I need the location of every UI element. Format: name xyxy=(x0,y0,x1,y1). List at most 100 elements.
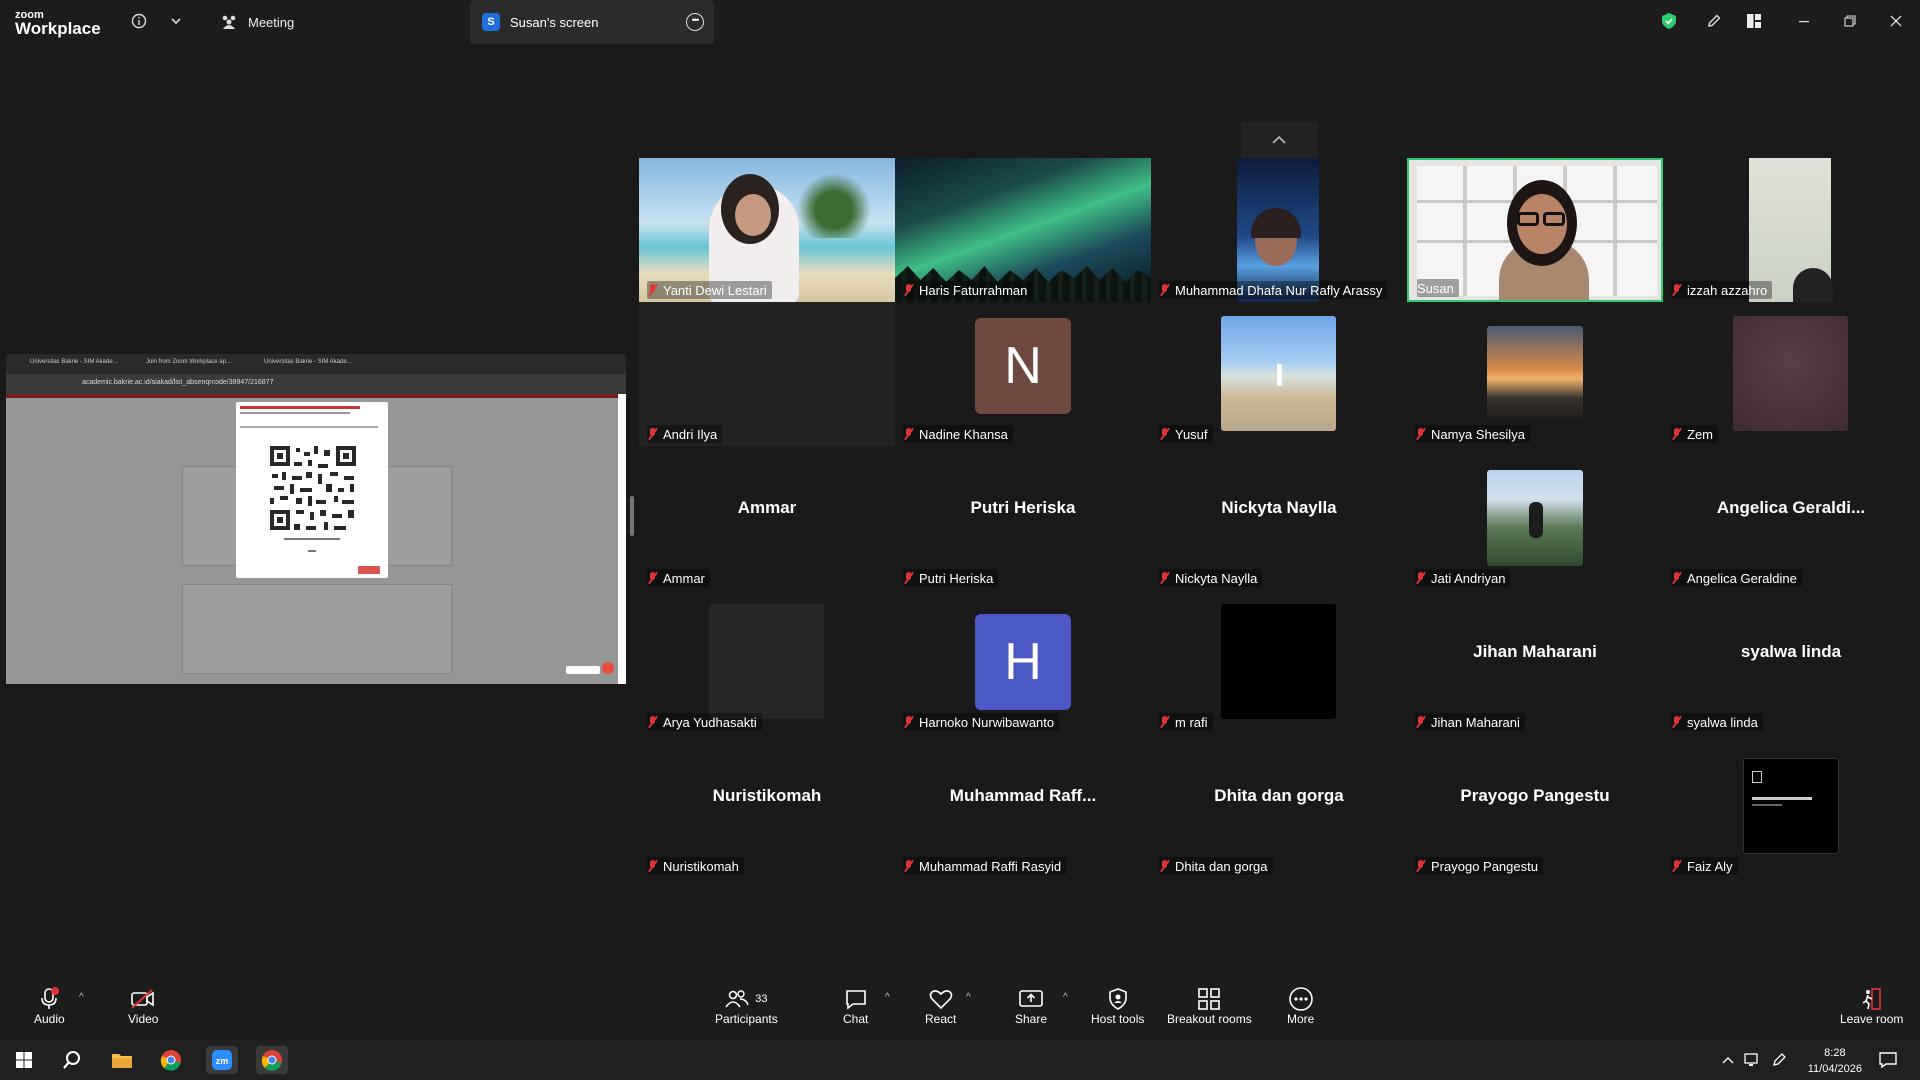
participant-name: Nuristikomah xyxy=(647,857,744,875)
mic-muted-icon xyxy=(903,715,915,729)
share-options-caret[interactable]: ^ xyxy=(1063,992,1068,1003)
audio-label: Audio xyxy=(34,1012,65,1026)
participant-display-name: Dhita dan gorga xyxy=(1214,786,1344,805)
video-tile[interactable]: Andri Ilya xyxy=(639,302,895,446)
zoom-app-icon[interactable]: zm xyxy=(206,1046,238,1074)
video-tile[interactable]: Dhita dan gorga Dhita dan gorga xyxy=(1151,734,1407,878)
participant-display-name: Ammar xyxy=(737,498,797,517)
participant-name: Dhita dan gorga xyxy=(1159,857,1273,875)
mic-muted-icon xyxy=(1159,859,1171,873)
participant-display-name: Nuristikomah xyxy=(712,786,822,805)
security-shield-icon[interactable] xyxy=(1658,10,1680,32)
leave-room-button[interactable]: Leave room xyxy=(1840,986,1903,1038)
mic-muted-icon xyxy=(1671,715,1683,729)
participant-name: Jati Andriyan xyxy=(1415,569,1511,587)
react-options-caret[interactable]: ^ xyxy=(966,992,971,1003)
video-tile[interactable]: Jati Andriyan xyxy=(1407,446,1663,590)
video-tile[interactable]: Prayogo Pangestu Prayogo Pangestu xyxy=(1407,734,1663,878)
leave-door-icon xyxy=(1860,986,1884,1012)
tab-shared-screen-label: Susan's screen xyxy=(510,14,599,30)
breakout-rooms-button[interactable]: Breakout rooms xyxy=(1167,986,1252,1038)
video-tile[interactable]: Nickyta Naylla Nickyta Naylla xyxy=(1151,446,1407,590)
more-button[interactable]: More xyxy=(1287,986,1314,1038)
shared-screen[interactable]: Universitas Bakrie - SIM Akade... Join f… xyxy=(6,354,626,684)
video-tile[interactable]: Arya Yudhasakti xyxy=(639,590,895,734)
participant-display-name: syalwa linda xyxy=(1740,642,1842,661)
react-label: React xyxy=(925,1012,957,1026)
view-layout-icon[interactable] xyxy=(1743,10,1765,32)
audio-options-caret[interactable]: ^ xyxy=(79,992,84,1003)
react-button[interactable]: React xyxy=(925,986,956,1038)
video-tile-active-speaker[interactable]: Susan xyxy=(1407,158,1663,302)
video-tile[interactable]: Zem xyxy=(1663,302,1919,446)
close-icon[interactable] xyxy=(1885,10,1907,32)
participant-name: Susan xyxy=(1417,279,1459,297)
audio-button[interactable]: Audio xyxy=(34,986,65,1038)
leave-room-label: Leave room xyxy=(1840,1012,1904,1026)
mic-muted-icon xyxy=(1159,571,1171,585)
restore-icon[interactable] xyxy=(1839,10,1861,32)
video-tile[interactable]: m rafi xyxy=(1151,590,1407,734)
meeting-toolbar: Audio ^ Video 33 Participants Chat ^ Rea… xyxy=(0,980,1920,1040)
participant-name: Prayogo Pangestu xyxy=(1415,857,1543,875)
heart-icon xyxy=(929,986,953,1012)
annotate-pencil-icon[interactable] xyxy=(1703,10,1725,32)
tab-meeting[interactable]: Meeting xyxy=(212,0,462,44)
info-icon[interactable] xyxy=(128,10,150,32)
more-options-icon[interactable]: ••• xyxy=(686,13,704,31)
file-explorer-icon[interactable] xyxy=(108,1046,136,1074)
chevron-down-icon[interactable] xyxy=(165,10,187,32)
minimize-icon[interactable] xyxy=(1793,10,1815,32)
chat-options-caret[interactable]: ^ xyxy=(885,992,890,1003)
system-clock[interactable]: 8:28 11/04/2026 xyxy=(1808,1045,1862,1077)
mic-muted-icon xyxy=(1159,427,1171,441)
notification-icon[interactable] xyxy=(1874,1046,1902,1074)
chat-button[interactable]: Chat xyxy=(843,986,868,1038)
video-tile[interactable]: Namya Shesilya xyxy=(1407,302,1663,446)
grid-scroll-up-button[interactable] xyxy=(1241,122,1317,158)
qr-code-image xyxy=(268,444,358,532)
mic-muted-icon xyxy=(1415,715,1427,729)
video-tile[interactable]: H Harnoko Nurwibawanto xyxy=(895,590,1151,734)
microphone-icon xyxy=(38,986,60,1012)
video-tile[interactable]: Faiz Aly xyxy=(1663,734,1919,878)
avatar xyxy=(709,604,824,719)
network-icon[interactable] xyxy=(1738,1046,1766,1074)
participants-button[interactable]: 33 Participants xyxy=(715,986,778,1038)
participant-name: Putri Heriska xyxy=(903,569,999,587)
mic-muted-icon xyxy=(647,427,659,441)
video-tile[interactable]: Yusuf xyxy=(1151,302,1407,446)
chrome-window-icon[interactable] xyxy=(256,1046,288,1074)
video-button[interactable]: Video xyxy=(128,986,158,1038)
video-tile[interactable]: Nuristikomah Nuristikomah xyxy=(639,734,895,878)
video-tile[interactable]: N Nadine Khansa xyxy=(895,302,1151,446)
tab-meeting-label: Meeting xyxy=(248,14,295,30)
pen-icon[interactable] xyxy=(1765,1046,1793,1074)
video-tile[interactable]: Jihan Maharani Jihan Maharani xyxy=(1407,590,1663,734)
host-tools-label: Host tools xyxy=(1091,1012,1145,1026)
participants-label: Participants xyxy=(715,1012,778,1026)
share-screen-icon xyxy=(1018,986,1044,1012)
tab-shared-screen[interactable]: S Susan's screen ••• xyxy=(470,0,714,44)
search-icon[interactable] xyxy=(58,1046,86,1074)
participant-name: izzah azzahro xyxy=(1671,281,1773,299)
video-tile[interactable]: Angelica Geraldi... Angelica Geraldine xyxy=(1663,446,1919,590)
video-tile[interactable]: syalwa linda syalwa linda xyxy=(1663,590,1919,734)
video-tile[interactable]: Muhammad Raff... Muhammad Raffi Rasyid xyxy=(895,734,1151,878)
page-scrollbar[interactable] xyxy=(618,394,626,684)
share-button[interactable]: Share xyxy=(1015,986,1047,1038)
participant-name: Haris Faturrahman xyxy=(903,281,1033,299)
windows-start-icon[interactable] xyxy=(10,1046,38,1074)
video-tile[interactable]: Putri Heriska Putri Heriska xyxy=(895,446,1151,590)
video-tile[interactable]: Haris Faturrahman xyxy=(895,158,1151,302)
participant-name: Andri Ilya xyxy=(647,425,723,443)
video-tile[interactable]: Ammar Ammar xyxy=(639,446,895,590)
video-tile[interactable]: izzah azzahro xyxy=(1663,158,1919,302)
host-tools-button[interactable]: Host tools xyxy=(1091,986,1144,1038)
splitter-handle[interactable] xyxy=(630,496,634,536)
video-tile[interactable]: Muhammad Dhafa Nur Rafly Arassy xyxy=(1151,158,1407,302)
video-tile[interactable]: Yanti Dewi Lestari xyxy=(639,158,895,302)
chrome-icon[interactable] xyxy=(157,1046,185,1074)
avatar xyxy=(1733,316,1848,431)
avatar xyxy=(1743,758,1839,854)
